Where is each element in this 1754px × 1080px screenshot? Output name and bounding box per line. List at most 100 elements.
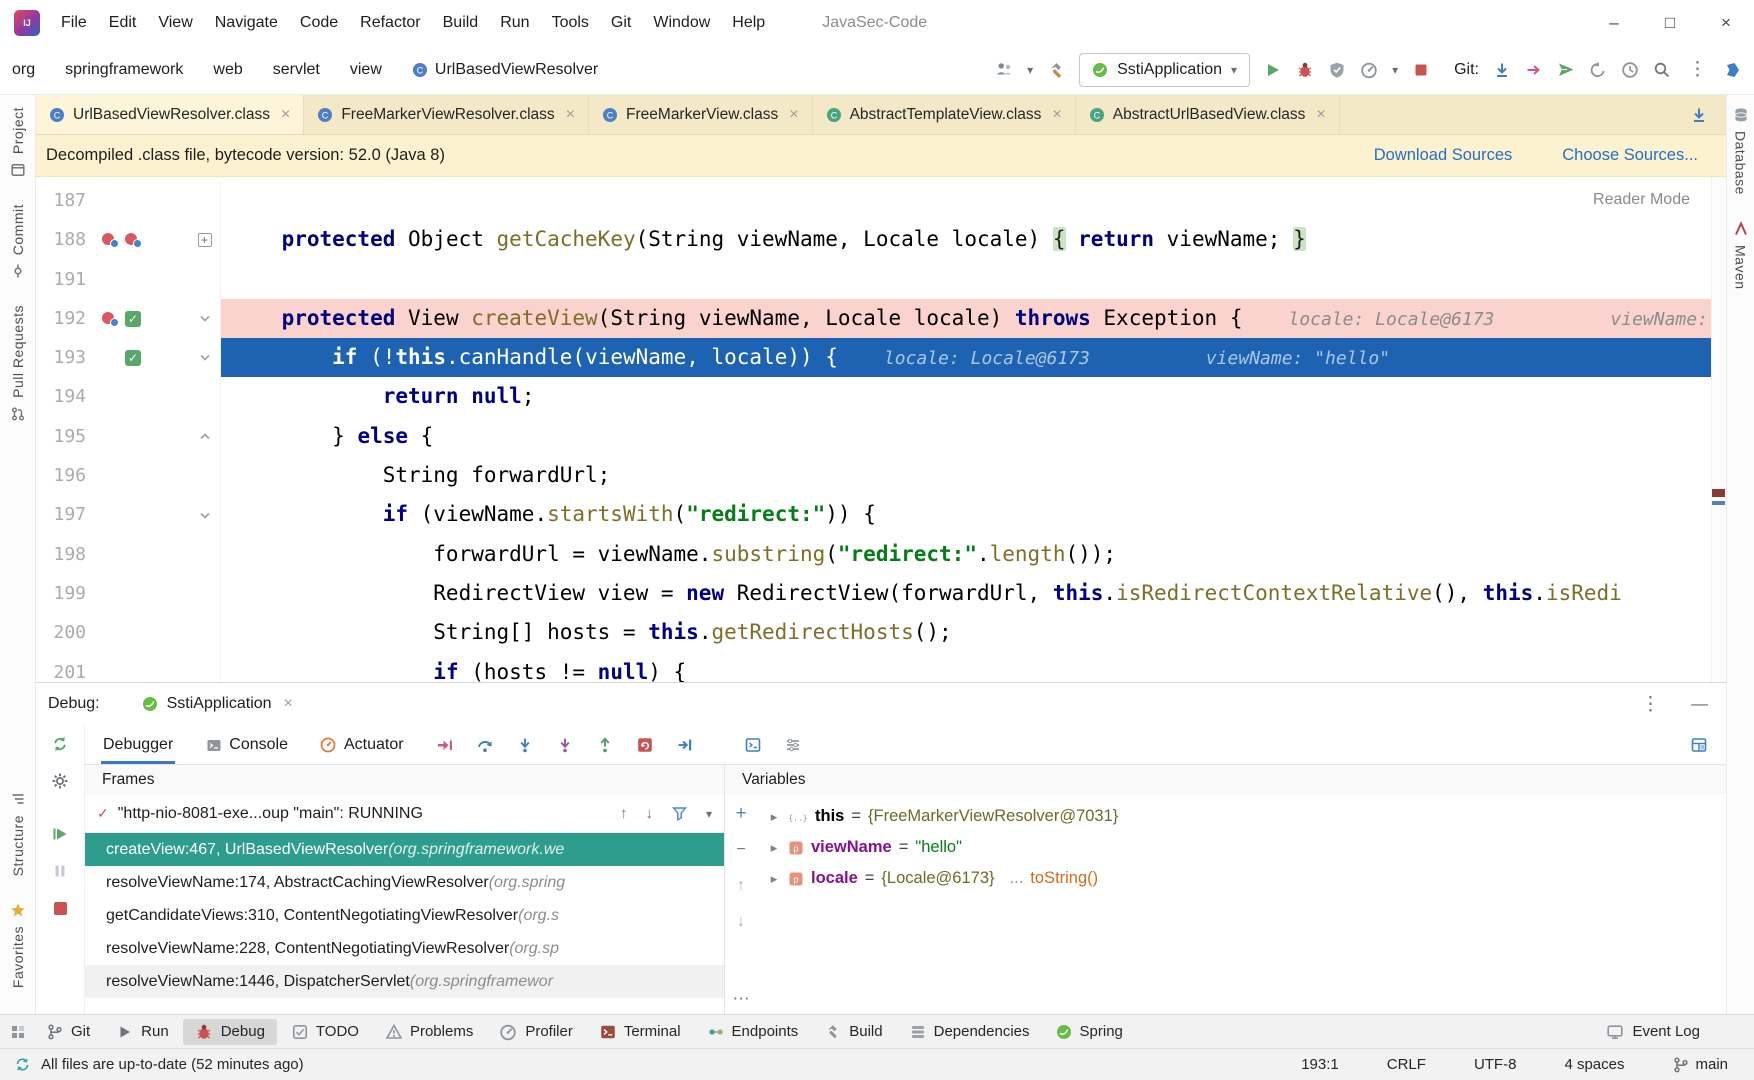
menu-git[interactable]: Git xyxy=(600,0,642,45)
resume-button[interactable] xyxy=(51,825,69,843)
code-line[interactable]: 194 return null; xyxy=(36,377,1726,417)
editor-tab[interactable]: C UrlBasedViewResolver.class × xyxy=(36,95,305,134)
variable-row[interactable]: ▸ p locale = {Locale@6173}... toString() xyxy=(757,863,1726,894)
debug-tab-console[interactable]: Console xyxy=(205,725,288,764)
close-icon[interactable]: × xyxy=(281,106,290,124)
status-tab-dependencies[interactable]: Dependencies xyxy=(897,1019,1042,1045)
fold-expand-icon[interactable]: + xyxy=(197,232,212,247)
git-branch-widget[interactable]: main xyxy=(1672,1056,1728,1073)
more-options-icon[interactable]: ⋮ xyxy=(1638,693,1663,716)
tool-window-button-project[interactable]: Project xyxy=(10,107,26,178)
menu-refactor[interactable]: Refactor xyxy=(349,0,431,45)
line-number[interactable]: 194 xyxy=(36,377,88,416)
chevron-down-icon[interactable]: ▾ xyxy=(1027,63,1033,77)
chevron-right-icon[interactable]: ▸ xyxy=(767,871,781,887)
rollback-icon[interactable] xyxy=(1589,61,1607,79)
line-number[interactable]: 199 xyxy=(36,574,88,613)
stack-frame[interactable]: createView:467, UrlBasedViewResolver (or… xyxy=(85,833,724,866)
status-tab-problems[interactable]: Problems xyxy=(373,1019,485,1045)
filter-icon[interactable] xyxy=(671,805,688,822)
rerun-button[interactable] xyxy=(51,735,69,753)
editor-tab[interactable]: C FreeMarkerView.class × xyxy=(589,95,813,134)
tool-window-button-pull-requests[interactable]: Pull Requests xyxy=(10,305,26,422)
breakpoint-icon[interactable] xyxy=(102,311,119,327)
status-tab-endpoints[interactable]: Endpoints xyxy=(695,1019,811,1045)
variable-row[interactable]: ▸ {..} this = {FreeMarkerViewResolver@7031} xyxy=(757,801,1726,832)
caret-position[interactable]: 193:1 xyxy=(1301,1056,1339,1073)
code-editor[interactable]: 187 188 + protected Object getCacheKey(Str… xyxy=(36,177,1726,682)
hide-panel-icon[interactable]: — xyxy=(1691,694,1708,714)
code-line[interactable]: 191 xyxy=(36,259,1726,299)
remove-watch-icon[interactable]: − xyxy=(736,842,745,858)
debug-tab-actuator[interactable]: Actuator xyxy=(320,725,404,764)
code-with-me-icon[interactable] xyxy=(995,61,1013,79)
status-tab-spring[interactable]: Spring xyxy=(1044,1019,1135,1045)
thread-selector[interactable]: ✓ "http-nio-8081-exe...oup "main": RUNNI… xyxy=(85,795,724,833)
editor-scrollbar[interactable] xyxy=(1711,177,1726,682)
editor-tab[interactable]: C AbstractTemplateView.class × xyxy=(813,95,1076,134)
line-number[interactable]: 193 xyxy=(36,338,88,377)
breadcrumb-item[interactable]: springframework xyxy=(65,61,183,79)
push-icon[interactable] xyxy=(1525,61,1543,79)
fold-down-icon[interactable] xyxy=(189,299,220,338)
menu-code[interactable]: Code xyxy=(289,0,349,45)
fold-down-icon[interactable] xyxy=(189,338,220,377)
close-icon[interactable]: × xyxy=(566,106,575,124)
maximize-button[interactable]: □ xyxy=(1642,0,1698,45)
scroll-down-icon[interactable] xyxy=(1690,106,1708,124)
event-log-button[interactable]: Event Log xyxy=(1606,1023,1744,1040)
step-out-icon[interactable] xyxy=(596,736,614,754)
code-line[interactable]: 196 String forwardUrl; xyxy=(36,456,1726,496)
code-line[interactable]: 195 } else { xyxy=(36,416,1726,457)
stop-button[interactable] xyxy=(51,899,70,918)
status-tab-todo[interactable]: TODO xyxy=(279,1019,371,1045)
line-number[interactable]: 191 xyxy=(36,260,88,299)
run-to-cursor-icon[interactable] xyxy=(676,736,694,754)
line-number[interactable]: 200 xyxy=(36,613,88,652)
reset-frame-icon[interactable] xyxy=(636,736,654,754)
code-line[interactable]: 199 RedirectView view = new RedirectView… xyxy=(36,573,1726,614)
stack-frame[interactable]: resolveViewName:174, AbstractCachingView… xyxy=(85,866,724,899)
breadcrumb-item[interactable]: org xyxy=(12,61,35,79)
more-options-icon[interactable]: ⋮ xyxy=(1685,58,1710,81)
tool-window-button-favorites[interactable]: Favorites xyxy=(10,902,26,988)
fold-up-icon[interactable] xyxy=(189,417,220,456)
run-button[interactable] xyxy=(1264,61,1282,79)
tool-window-button-maven[interactable]: Maven xyxy=(1733,221,1749,289)
editor-tab[interactable]: C AbstractUrlBasedView.class × xyxy=(1076,95,1340,134)
close-button[interactable]: × xyxy=(1698,0,1754,45)
editor-tab[interactable]: C FreeMarkerViewResolver.class × xyxy=(304,95,590,134)
pause-button[interactable] xyxy=(51,862,69,880)
menu-edit[interactable]: Edit xyxy=(98,0,148,45)
debug-button[interactable] xyxy=(1296,61,1314,79)
search-icon[interactable] xyxy=(1653,61,1671,79)
code-line[interactable]: 192 ✓ protected View createView(String vi… xyxy=(36,298,1726,339)
chevron-down-icon[interactable]: ▾ xyxy=(706,807,712,821)
choose-sources-link[interactable]: Choose Sources... xyxy=(1562,146,1698,165)
line-number[interactable]: 187 xyxy=(36,181,88,220)
breakpoint-icon[interactable] xyxy=(125,232,142,248)
tool-windows-icon[interactable] xyxy=(10,1024,26,1040)
close-icon[interactable]: × xyxy=(1316,106,1325,124)
settings-list-icon[interactable] xyxy=(784,736,802,754)
line-number[interactable]: 197 xyxy=(36,495,88,534)
build-hammer-icon[interactable] xyxy=(1047,61,1065,79)
profiler-button[interactable] xyxy=(1360,61,1378,79)
force-step-into-icon[interactable] xyxy=(556,736,574,754)
menu-view[interactable]: View xyxy=(147,0,203,45)
breadcrumb-item[interactable]: servlet xyxy=(273,61,320,79)
menu-file[interactable]: File xyxy=(50,0,98,45)
stack-frame[interactable]: resolveViewName:228, ContentNegotiatingV… xyxy=(85,932,724,965)
coverage-button[interactable] xyxy=(1328,61,1346,79)
stop-button[interactable] xyxy=(1412,61,1430,79)
menu-help[interactable]: Help xyxy=(721,0,776,45)
breadcrumb-item[interactable]: view xyxy=(350,61,382,79)
code-line[interactable]: 198 forwardUrl = viewName.substring("red… xyxy=(36,534,1726,574)
variable-row[interactable]: ▸ p viewName = "hello" xyxy=(757,832,1726,863)
close-icon[interactable]: × xyxy=(789,106,798,124)
add-watch-icon[interactable]: + xyxy=(735,804,746,823)
evaluate-expression-icon[interactable] xyxy=(744,736,762,754)
line-number[interactable]: 192 xyxy=(36,299,88,338)
breadcrumb-class[interactable]: C UrlBasedViewResolver xyxy=(412,61,598,79)
commit-push-icon[interactable] xyxy=(1557,61,1575,79)
